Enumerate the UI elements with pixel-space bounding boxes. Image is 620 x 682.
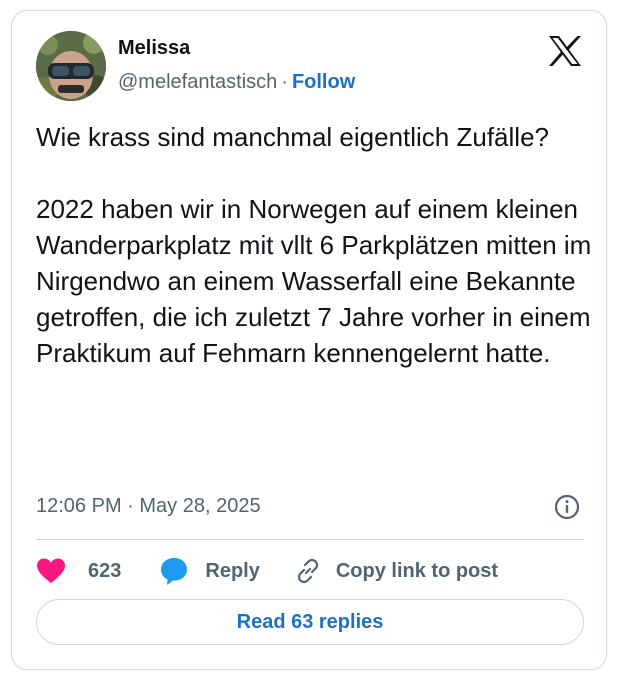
author-handle-row: @melefantastisch · Follow (118, 71, 355, 94)
read-replies-button[interactable]: Read 63 replies (36, 599, 584, 645)
action-bar: 623 Reply Copy link to post (36, 551, 498, 591)
avatar-image (36, 31, 106, 101)
copy-link-button[interactable]: Copy link to post (294, 557, 498, 585)
x-logo-icon[interactable] (548, 35, 582, 67)
handle-separator: · (281, 71, 288, 93)
heart-icon (37, 558, 65, 583)
author-display-name[interactable]: Melissa (118, 37, 190, 60)
info-icon[interactable] (554, 494, 580, 520)
tweet-paragraph: Wie krass sind manchmal eigentlich Zufäl… (36, 122, 549, 152)
tweet-timestamp[interactable]: 12:06 PM · May 28, 2025 (36, 495, 261, 518)
author-handle[interactable]: @melefantastisch (118, 71, 277, 93)
tweet-card: Melissa @melefantastisch · Follow Wie kras… (11, 10, 607, 670)
tweet-text: Wie krass sind manchmal eigentlich Zufäl… (36, 119, 592, 371)
avatar[interactable] (36, 31, 106, 101)
link-icon (297, 558, 318, 584)
copy-link-label: Copy link to post (335, 559, 499, 582)
follow-button[interactable]: Follow (292, 71, 355, 93)
like-count: 623 (88, 559, 122, 582)
divider (36, 539, 584, 540)
reply-bubble-icon (161, 558, 188, 585)
reply-button[interactable]: Reply (159, 556, 260, 586)
like-button[interactable]: 623 (36, 557, 121, 585)
tweet-paragraph: 2022 haben wir in Norwegen auf einem kle… (36, 194, 592, 368)
reply-label: Reply (205, 559, 260, 582)
